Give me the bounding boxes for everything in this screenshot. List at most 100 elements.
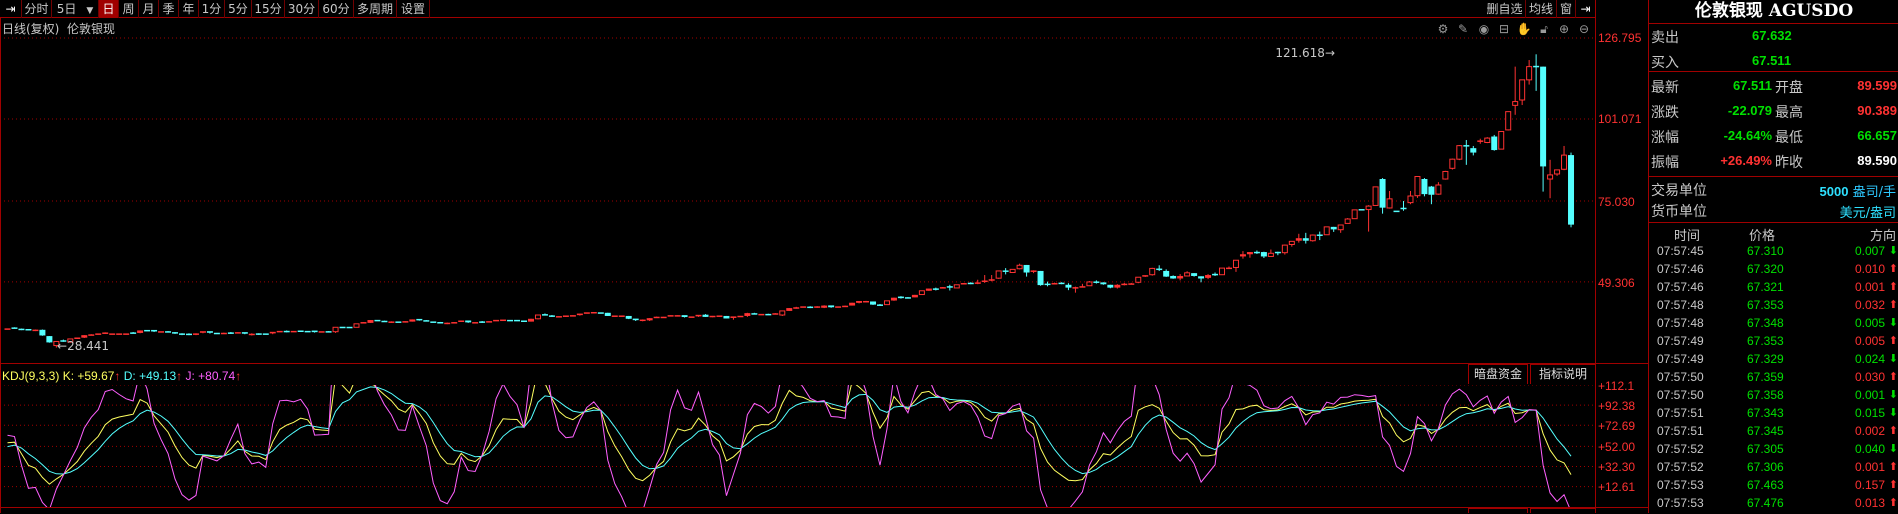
candle-down — [507, 319, 514, 322]
candle-down — [11, 327, 18, 329]
trade-time: 07:57:53 — [1657, 478, 1704, 492]
next-panel-button[interactable] — [1468, 508, 1528, 513]
candle-body — [430, 321, 437, 323]
candle-up — [737, 315, 744, 318]
candle-body — [1316, 234, 1323, 236]
stat-label: 最低 — [1775, 130, 1803, 146]
candle-down — [1379, 178, 1386, 214]
candle-up — [953, 284, 960, 289]
candle-body — [1344, 218, 1351, 224]
candle-body — [814, 306, 821, 308]
candle-body — [116, 333, 123, 335]
candle-up — [1386, 190, 1393, 209]
candle-up — [618, 315, 625, 317]
trade-price: 67.305 — [1747, 442, 1784, 456]
candle-body — [25, 328, 32, 331]
candle-body — [220, 332, 227, 335]
candle-down — [1163, 269, 1170, 277]
candle-up — [116, 333, 123, 335]
candle-down — [1156, 265, 1163, 271]
candle-up — [1232, 259, 1239, 272]
candle-body — [521, 320, 528, 322]
candle-body — [1051, 283, 1058, 285]
candle-up — [835, 306, 842, 308]
candle-up — [1030, 270, 1037, 274]
candle-up — [1246, 252, 1253, 258]
currency-value: 美元/盎司 — [1839, 206, 1896, 221]
candle-up — [569, 315, 576, 317]
candle-down — [1330, 226, 1337, 232]
trade-price: 67.345 — [1747, 424, 1784, 438]
kdj-k-value: K: +59.67 — [62, 369, 115, 383]
candle-down — [597, 312, 604, 314]
candle-body — [1246, 252, 1253, 255]
stat-label: 涨跌 — [1651, 105, 1679, 121]
candle-down — [1044, 281, 1051, 287]
kdj-k-line — [7, 385, 1572, 485]
candle-body — [702, 314, 709, 317]
candle-up — [1407, 190, 1414, 205]
candle-up — [974, 279, 981, 285]
candle-down — [1023, 264, 1030, 277]
candle-body — [1093, 281, 1100, 283]
trade-row: 07:57:52 67.306 0.001 ⬆ — [1649, 460, 1898, 478]
kdj-legend: KDJ(9,3,3) K: +59.67↑ D: +49.13↑ J: +80.… — [2, 369, 241, 383]
candle-up — [102, 332, 109, 334]
candle-up — [1149, 267, 1156, 276]
candle-down — [395, 321, 402, 323]
candle-body — [1072, 287, 1079, 289]
candle-up — [1135, 276, 1142, 284]
candle-down — [1533, 54, 1540, 91]
stat-value: +26.49% — [1720, 153, 1772, 168]
next-panel-help-button[interactable] — [1530, 508, 1595, 513]
candle-body — [688, 316, 695, 318]
indicator-help-button[interactable]: 指标说明 — [1530, 364, 1595, 384]
candle-body — [723, 315, 730, 319]
trade-time: 07:57:46 — [1657, 262, 1704, 276]
candlestick-chart[interactable] — [0, 0, 1595, 363]
candle-up — [988, 275, 995, 282]
candle-up — [653, 316, 660, 319]
trade-time: 07:57:52 — [1657, 460, 1704, 474]
candle-body — [1323, 226, 1330, 236]
candle-down — [632, 318, 639, 321]
candle-body — [416, 318, 423, 321]
candle-body — [597, 312, 604, 314]
candle-body — [1037, 270, 1044, 286]
candle-down — [262, 333, 269, 335]
candle-body — [897, 296, 904, 299]
candle-up — [1554, 169, 1561, 176]
kdj-chart[interactable] — [0, 385, 1595, 507]
candle-body — [877, 304, 883, 306]
candle-up — [849, 302, 856, 306]
candle-body — [1086, 281, 1093, 287]
candle-body — [109, 333, 116, 335]
kdj-tick: +12.61 — [1598, 480, 1636, 494]
candle-down — [1093, 280, 1100, 284]
candle-body — [1393, 210, 1400, 213]
dark-pool-funds-button[interactable]: 暗盘资金 — [1468, 364, 1528, 384]
candle-body — [1260, 252, 1267, 257]
candle-body — [1358, 209, 1365, 211]
candle-up — [137, 330, 144, 334]
candle-body — [1449, 158, 1456, 169]
candle-down — [437, 321, 444, 324]
stat-value: 90.389 — [1857, 103, 1897, 118]
stat-label: 涨幅 — [1651, 130, 1679, 146]
candle-down — [325, 331, 332, 333]
candle-body — [395, 321, 402, 323]
candle-up — [856, 300, 863, 304]
trade-row: 07:57:51 67.345 0.002 ⬆ — [1649, 424, 1898, 442]
candle-body — [1170, 275, 1177, 279]
candle-body — [206, 331, 213, 333]
candle-down — [807, 306, 814, 309]
candle-body — [318, 331, 325, 333]
candle-down — [1421, 178, 1428, 197]
candle-body — [1470, 148, 1477, 153]
candle-down — [1274, 251, 1281, 256]
candle-up — [1344, 218, 1351, 224]
candle-up — [918, 290, 925, 296]
candle-up — [234, 332, 241, 334]
candle-up — [123, 333, 130, 335]
candle-up — [1414, 175, 1421, 198]
